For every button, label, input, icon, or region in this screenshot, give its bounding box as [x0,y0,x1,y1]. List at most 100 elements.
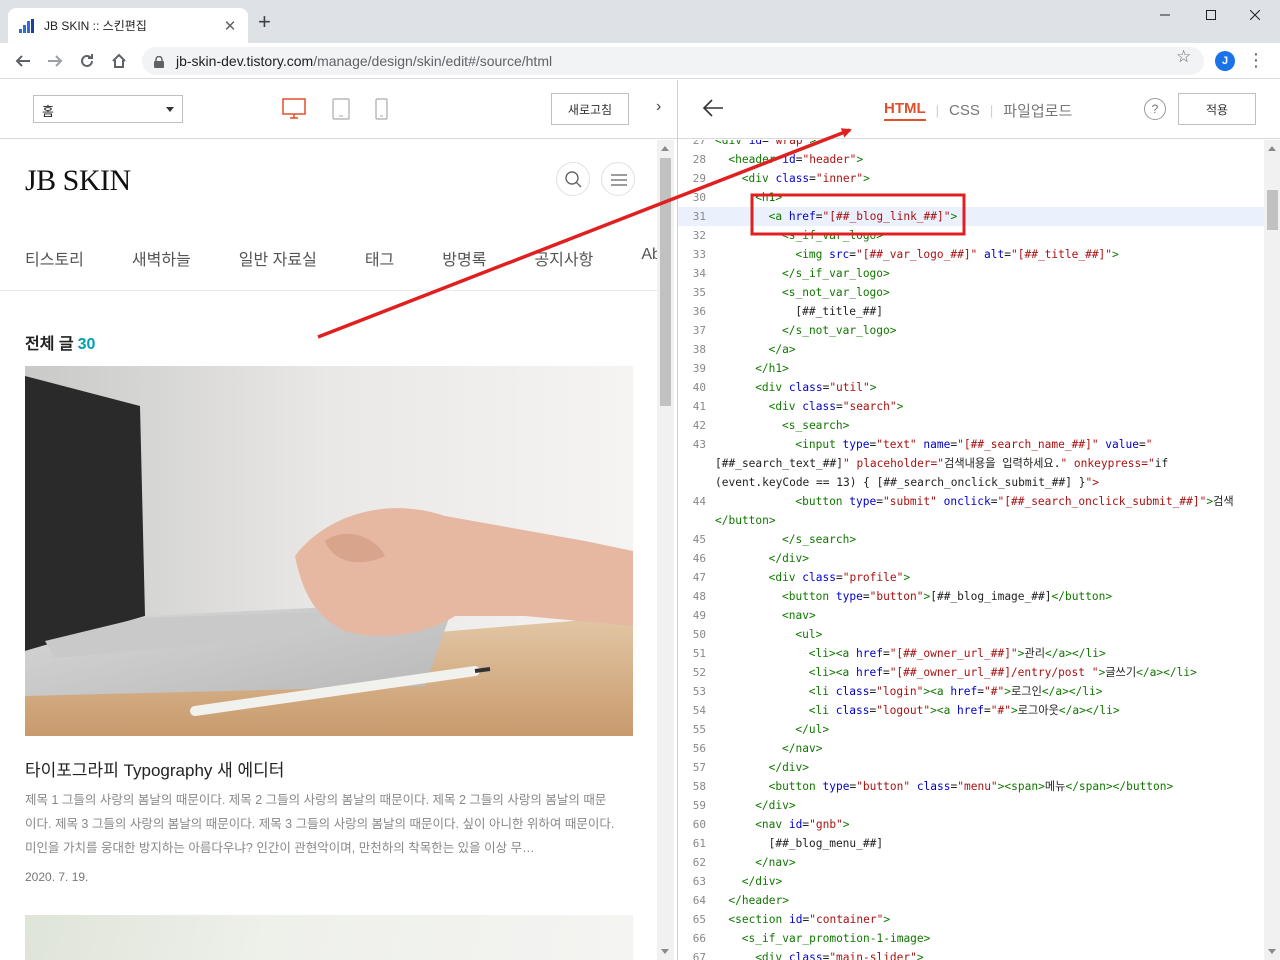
post-thumbnail[interactable] [25,915,633,960]
tab-html[interactable]: HTML [884,100,926,121]
code-line[interactable]: 35 <s_not_var_logo> [678,283,1264,302]
apply-button[interactable]: 적용 [1178,93,1256,125]
post-title[interactable]: 타이포그라피 Typography 새 에디터 [25,756,284,781]
browser-menu-icon[interactable]: ⋮ [1247,50,1265,70]
blog-menu-item[interactable]: 공지사항 [534,246,593,270]
code-text: <div class="search"> [768,400,904,413]
code-line[interactable]: 61 [##_blog_menu_##] [678,834,1264,853]
code-line[interactable]: 36 [##_title_##] [678,302,1264,321]
blog-menu-item[interactable]: 티스토리 [25,246,84,270]
code-line[interactable]: 59 </div> [678,796,1264,815]
blog-menu-item[interactable]: 태그 [365,246,394,270]
code-editor[interactable]: 27 <div id="wrap"> 28 <header id="header"> 2… [678,140,1264,960]
browser-tab[interactable]: JB SKIN :: 스킨편집 ✕ [8,8,248,43]
search-button[interactable] [556,162,590,196]
back-arrow-icon[interactable] [702,94,724,124]
hamburger-icon [611,174,627,186]
scroll-down-icon[interactable] [661,949,669,954]
code-line[interactable]: 37 </s_not_var_logo> [678,321,1264,340]
code-line[interactable]: 60 <nav id="gnb"> [678,815,1264,834]
code-line[interactable]: 62 </nav> [678,853,1264,872]
line-number: 66 [692,932,706,945]
blog-menu-item[interactable]: 일반 자료실 [239,246,317,270]
menu-button[interactable] [601,162,635,196]
code-line[interactable]: 66 <s_if_var_promotion-1-image> [678,929,1264,948]
scroll-up-icon[interactable] [661,146,669,151]
code-line[interactable]: 33 <img src="[##_var_logo_##]" alt="[##_t… [678,245,1264,264]
line-number: 67 [692,951,706,960]
code-line[interactable]: 67 <div class="main-slider"> [678,948,1264,960]
code-line[interactable]: 38 </a> [678,340,1264,359]
code-line[interactable]: 53 <li class="login"><a href="#">로그인</a><… [678,682,1264,701]
post-thumbnail[interactable] [25,366,633,736]
tab-file-upload[interactable]: 파일업로드 [1003,100,1072,121]
refresh-button[interactable]: 새로고침 [551,93,629,125]
line-number: 30 [692,191,706,204]
code-line[interactable]: 55 </ul> [678,720,1264,739]
minimize-icon[interactable] [1142,0,1188,30]
code-line[interactable]: 40 <div class="util"> [678,378,1264,397]
code-line[interactable]: 65 <section id="container"> [678,910,1264,929]
scroll-down-icon[interactable] [1268,949,1276,954]
window-close-icon[interactable] [1232,0,1278,30]
code-line[interactable]: 64 </header> [678,891,1264,910]
code-text: <div id="wrap"> [715,140,817,147]
new-tab-icon[interactable]: + [258,11,271,33]
code-line[interactable]: 32 <s_if_var_logo> [678,226,1264,245]
help-icon[interactable]: ? [1144,98,1166,120]
code-line[interactable]: 44 <button type="submit" onclick="[##_sea… [678,492,1264,511]
code-line[interactable]: 31 <a href="[##_blog_link_##]"> [678,207,1264,226]
code-text: <li class="login"><a href="#">로그인</a></l… [808,685,1103,698]
maximize-icon[interactable] [1188,0,1234,30]
editor-scrollbar[interactable] [1264,140,1280,960]
code-line[interactable]: (event.keyCode == 13) { [##_search_oncli… [678,473,1264,492]
blog-menu-item[interactable]: Ab [641,246,657,270]
code-line[interactable]: 56 </nav> [678,739,1264,758]
back-arrow-icon[interactable] [11,49,35,73]
code-line[interactable]: 51 <li><a href="[##_owner_url_##]">관리</a>… [678,644,1264,663]
code-line[interactable]: 43 <input type="text" name="[##_search_na… [678,435,1264,454]
code-line[interactable]: 63 </div> [678,872,1264,891]
code-line[interactable]: 42 <s_search> [678,416,1264,435]
code-line[interactable]: 46 </div> [678,549,1264,568]
address-bar[interactable]: jb-skin-dev.tistory.com/manage/design/sk… [142,47,1204,75]
code-line[interactable]: 27 <div id="wrap"> [678,140,1264,150]
tab-close-icon[interactable]: ✕ [222,17,238,35]
code-line[interactable]: 28 <header id="header"> [678,150,1264,169]
code-line[interactable]: </button> [678,511,1264,530]
blog-menu-item[interactable]: 새벽하늘 [132,246,191,270]
tab-css[interactable]: CSS [949,102,980,119]
collapse-chevron-icon[interactable]: › [656,98,661,116]
code-line[interactable]: 54 <li class="logout"><a href="#">로그아웃</a… [678,701,1264,720]
code-line[interactable]: 45 </s_search> [678,530,1264,549]
tablet-view-icon[interactable] [332,98,350,125]
code-line[interactable]: 30 <h1> [678,188,1264,207]
code-line[interactable]: 48 <button type="button">[##_blog_image_#… [678,587,1264,606]
desktop-view-icon[interactable] [282,98,306,125]
scroll-up-icon[interactable] [1268,146,1276,151]
code-text: <div class="util"> [755,381,877,394]
home-icon[interactable] [107,49,131,73]
profile-avatar[interactable]: J [1215,51,1235,71]
code-line[interactable]: 34 </s_if_var_logo> [678,264,1264,283]
blog-menu-item[interactable]: 방명록 [442,246,486,270]
scrollbar-thumb[interactable] [660,158,671,406]
code-line[interactable]: 39 </h1> [678,359,1264,378]
blog-title[interactable]: JB SKIN [25,164,131,198]
reload-icon[interactable] [75,49,99,73]
forward-arrow-icon[interactable] [43,49,67,73]
code-line[interactable]: 50 <ul> [678,625,1264,644]
code-line[interactable]: 29 <div class="inner"> [678,169,1264,188]
page-select[interactable]: 홈 [33,95,183,123]
code-line[interactable]: 47 <div class="profile"> [678,568,1264,587]
mobile-view-icon[interactable] [375,98,388,125]
code-text: [##_blog_menu_##] [768,837,884,850]
code-line[interactable]: [##_search_text_##]" placeholder="검색내용을 … [678,454,1264,473]
code-line[interactable]: 52 <li><a href="[##_owner_url_##]/entry/p… [678,663,1264,682]
code-line[interactable]: 57 </div> [678,758,1264,777]
preview-scrollbar[interactable] [657,140,674,960]
code-line[interactable]: 41 <div class="search"> [678,397,1264,416]
code-line[interactable]: 58 <button type="button" class="menu"><sp… [678,777,1264,796]
code-line[interactable]: 49 <nav> [678,606,1264,625]
scrollbar-thumb[interactable] [1267,190,1278,230]
